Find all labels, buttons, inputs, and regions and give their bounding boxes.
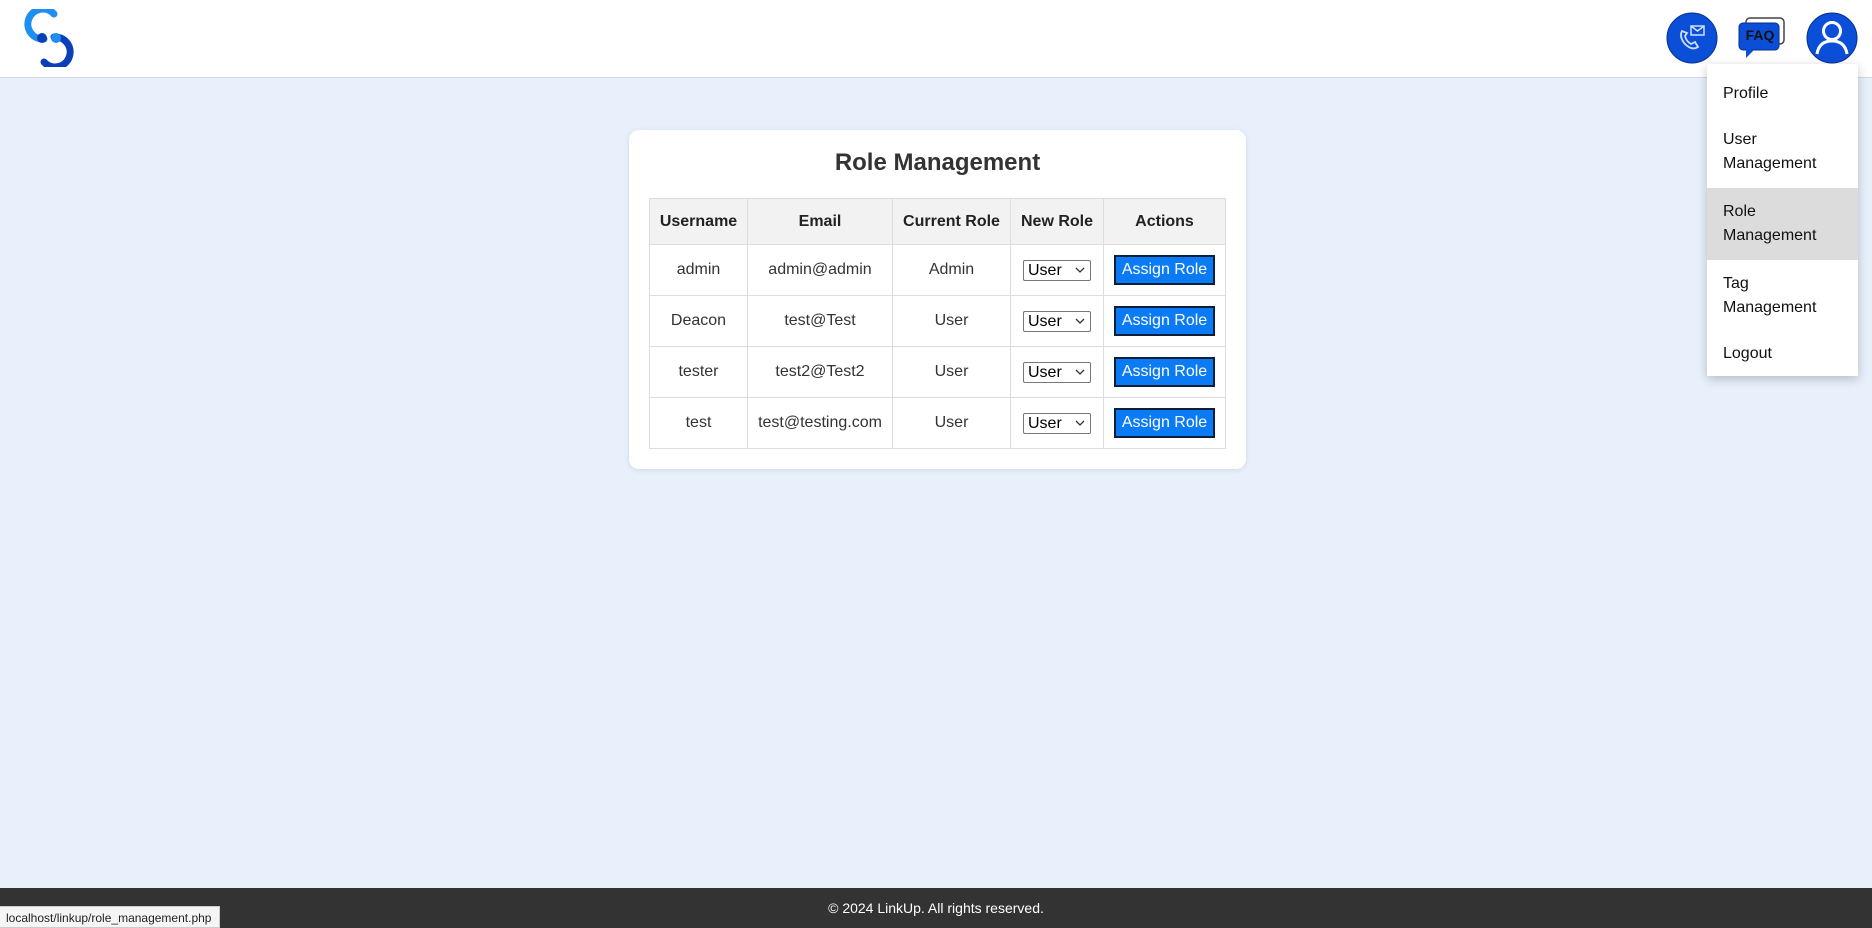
menu-item-label: Management — [1723, 155, 1817, 172]
column-header-new-role: New Role — [1010, 198, 1104, 245]
menu-item-logout[interactable]: Logout — [1707, 332, 1858, 376]
cell-email: test2@Test2 — [747, 346, 893, 398]
profile-dropdown-menu: Profile User Management Role Management … — [1707, 64, 1858, 376]
menu-item-label: Management — [1723, 299, 1817, 316]
chevron-down-icon — [1075, 318, 1085, 324]
assign-role-button[interactable]: Assign Role — [1114, 306, 1215, 336]
selected-role: User — [1028, 414, 1062, 432]
top-navbar: FAQ — [0, 0, 1872, 78]
table-row: Deacon test@Test User User Assign Role — [649, 295, 1226, 347]
cell-current-role: Admin — [892, 244, 1011, 296]
page-title: Role Management — [834, 149, 1041, 176]
cell-actions: Assign Role — [1103, 244, 1226, 296]
menu-item-role-management[interactable]: Role Management — [1707, 188, 1858, 260]
new-role-select[interactable]: User — [1023, 259, 1091, 281]
cell-email: admin@admin — [747, 244, 893, 296]
table-row: tester test2@Test2 User User Assign Role — [649, 346, 1226, 398]
selected-role: User — [1028, 312, 1062, 330]
column-header-actions: Actions — [1103, 198, 1226, 245]
cell-current-role: User — [892, 295, 1011, 347]
table-row: test test@testing.com User User Assign R… — [649, 397, 1226, 449]
cell-username: tester — [649, 346, 748, 398]
linkup-logo-icon[interactable] — [20, 9, 78, 67]
column-header-email: Email — [747, 198, 893, 245]
cell-actions: Assign Role — [1103, 295, 1226, 347]
table-row: admin admin@admin Admin User Assign Role — [649, 244, 1226, 296]
status-url: localhost/linkup/role_management.php — [6, 911, 212, 925]
cell-new-role: User — [1010, 397, 1104, 449]
chevron-down-icon — [1075, 369, 1085, 375]
cell-actions: Assign Role — [1103, 397, 1226, 449]
new-role-select[interactable]: User — [1023, 310, 1091, 332]
cell-new-role: User — [1010, 295, 1104, 347]
menu-item-label: User — [1723, 131, 1757, 148]
table-header-row: Username Email Current Role New Role Act… — [649, 198, 1226, 245]
role-management-card: Role Management Username Email Current R… — [629, 130, 1246, 469]
cell-email: test@testing.com — [747, 397, 893, 449]
assign-role-button[interactable]: Assign Role — [1114, 255, 1215, 285]
phone-envelope-icon — [1666, 12, 1718, 64]
chevron-down-icon — [1075, 420, 1085, 426]
roles-table: Username Email Current Role New Role Act… — [649, 198, 1226, 449]
assign-role-button[interactable]: Assign Role — [1114, 357, 1215, 387]
menu-item-label: Profile — [1723, 85, 1769, 102]
column-header-username: Username — [649, 198, 748, 245]
menu-item-label: Role — [1723, 203, 1756, 220]
new-role-select[interactable]: User — [1023, 412, 1091, 434]
cell-email: test@Test — [747, 295, 893, 347]
cell-actions: Assign Role — [1103, 346, 1226, 398]
cell-username: Deacon — [649, 295, 748, 347]
contact-button[interactable] — [1666, 12, 1718, 64]
menu-item-user-management[interactable]: User Management — [1707, 116, 1858, 188]
chevron-down-icon — [1075, 267, 1085, 273]
cell-new-role: User — [1010, 244, 1104, 296]
browser-status-bar: localhost/linkup/role_management.php — [0, 906, 221, 928]
new-role-select[interactable]: User — [1023, 361, 1091, 383]
menu-item-label: Management — [1723, 227, 1817, 244]
cell-username: test — [649, 397, 748, 449]
assign-role-button[interactable]: Assign Role — [1114, 408, 1215, 438]
faq-label: FAQ — [1745, 27, 1775, 43]
cell-current-role: User — [892, 397, 1011, 449]
selected-role: User — [1028, 261, 1062, 279]
cell-new-role: User — [1010, 346, 1104, 398]
user-avatar-icon — [1806, 12, 1858, 64]
selected-role: User — [1028, 363, 1062, 381]
cell-current-role: User — [892, 346, 1011, 398]
menu-item-profile[interactable]: Profile — [1707, 72, 1858, 116]
footer: © 2024 LinkUp. All rights reserved. — [0, 888, 1872, 928]
column-header-current-role: Current Role — [892, 198, 1011, 245]
menu-item-label: Logout — [1723, 345, 1772, 362]
faq-button[interactable]: FAQ — [1736, 12, 1788, 64]
profile-button[interactable] — [1806, 12, 1858, 64]
menu-item-tag-management[interactable]: Tag Management — [1707, 260, 1858, 332]
menu-item-label: Tag — [1723, 275, 1749, 292]
cell-username: admin — [649, 244, 748, 296]
footer-copyright: © 2024 LinkUp. All rights reserved. — [828, 900, 1044, 916]
